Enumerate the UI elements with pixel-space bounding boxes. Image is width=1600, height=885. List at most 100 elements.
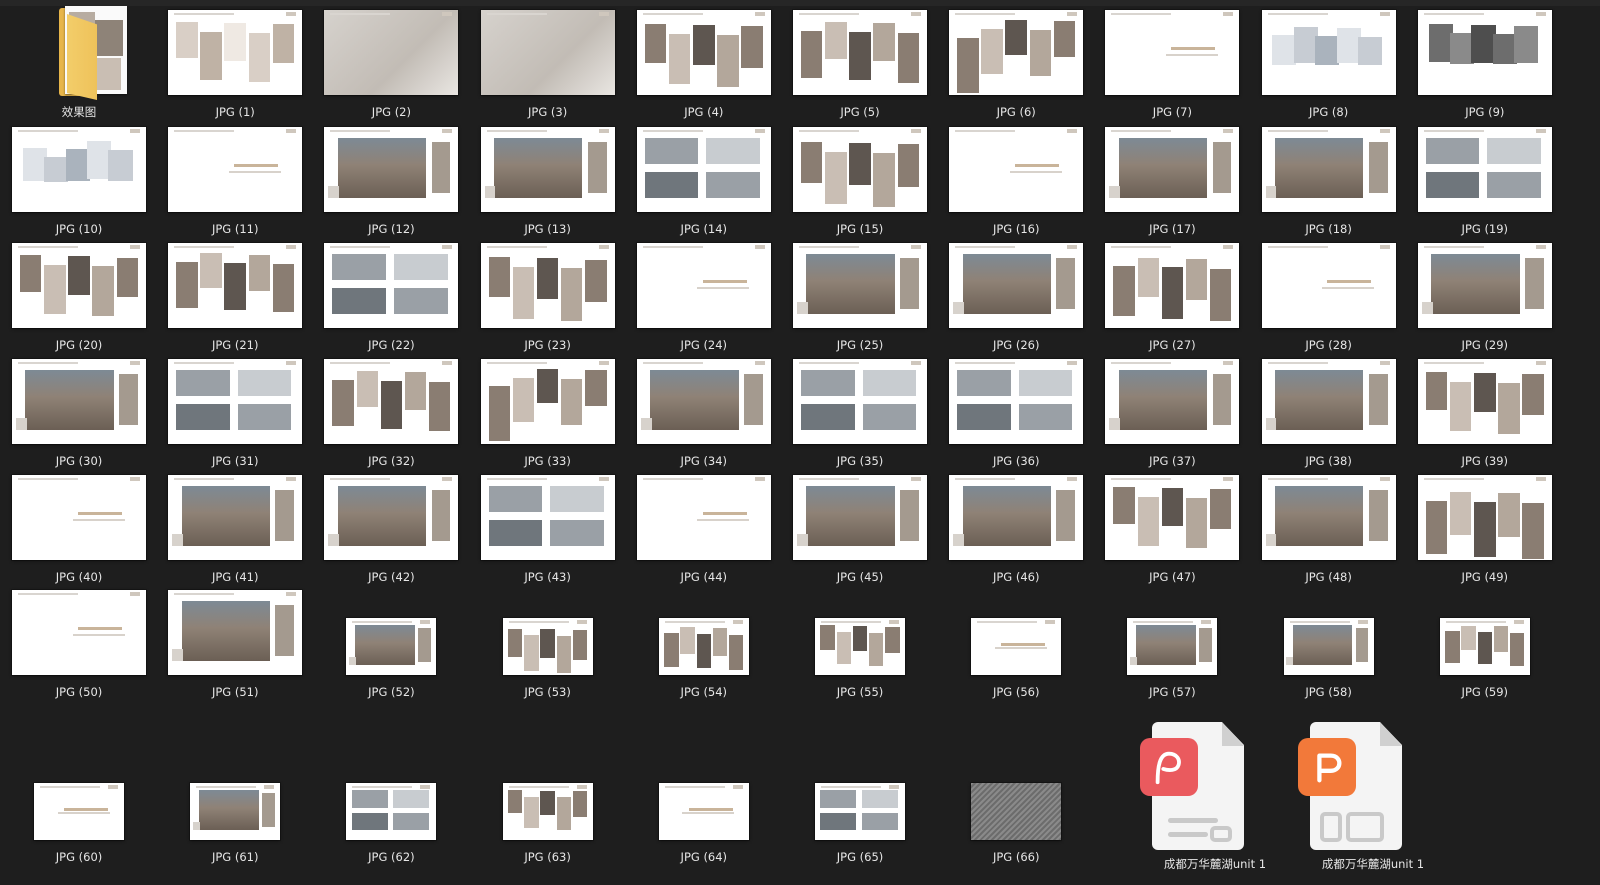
file-item-jpg-31[interactable]: JPG (31) <box>160 353 310 475</box>
thumbnail-wrap <box>473 584 623 680</box>
image-thumbnail <box>324 126 459 212</box>
file-item-jpg-30[interactable]: JPG (30) <box>4 353 154 475</box>
file-item-jpg-3[interactable]: JPG (3) <box>473 4 623 126</box>
file-item-jpg-66[interactable]: JPG (66) <box>941 749 1091 871</box>
file-item-jpg-33[interactable]: JPG (33) <box>473 353 623 475</box>
thumbnail-wrap <box>316 584 466 680</box>
file-item-jpg-55[interactable]: JPG (55) <box>785 584 935 706</box>
file-label: JPG (56) <box>992 685 1040 699</box>
file-item-jpg-58[interactable]: JPG (58) <box>1254 584 1404 706</box>
file-item-jpg-2[interactable]: JPG (2) <box>316 4 466 126</box>
file-item-jpg-35[interactable]: JPG (35) <box>785 353 935 475</box>
image-thumbnail <box>12 126 146 212</box>
file-item-jpg-18[interactable]: JPG (18) <box>1254 121 1404 243</box>
file-item-jpg-47[interactable]: JPG (47) <box>1097 469 1247 591</box>
file-item-jpg-64[interactable]: JPG (64) <box>629 749 779 871</box>
file-item-jpg-8[interactable]: JPG (8) <box>1254 4 1404 126</box>
file-item-jpg-44[interactable]: JPG (44) <box>629 469 779 591</box>
file-item-jpg-13[interactable]: JPG (13) <box>473 121 623 243</box>
file-item-jpg-6[interactable]: JPG (6) <box>941 4 1091 126</box>
file-item-jpg-28[interactable]: JPG (28) <box>1254 237 1404 359</box>
file-item-jpg-43[interactable]: JPG (43) <box>473 469 623 591</box>
file-item-jpg-37[interactable]: JPG (37) <box>1097 353 1247 475</box>
file-item-jpg-25[interactable]: JPG (25) <box>785 237 935 359</box>
image-thumbnail <box>190 782 281 840</box>
file-item-jpg-57[interactable]: JPG (57) <box>1097 584 1247 706</box>
file-item-jpg-22[interactable]: JPG (22) <box>316 237 466 359</box>
file-item-jpg-9[interactable]: JPG (9) <box>1410 4 1560 126</box>
file-item-jpg-23[interactable]: JPG (23) <box>473 237 623 359</box>
file-item-jpg-15[interactable]: JPG (15) <box>785 121 935 243</box>
file-item-jpg-39[interactable]: JPG (39) <box>1410 353 1560 475</box>
file-label: JPG (20) <box>55 338 103 352</box>
file-label: JPG (61) <box>211 850 259 864</box>
file-label: JPG (16) <box>992 222 1040 236</box>
image-thumbnail <box>34 782 124 840</box>
file-item-jpg-45[interactable]: JPG (45) <box>785 469 935 591</box>
file-item-jpg-19[interactable]: JPG (19) <box>1410 121 1560 243</box>
image-thumbnail <box>971 617 1062 675</box>
image-thumbnail <box>1439 617 1530 675</box>
file-item-jpg-12[interactable]: JPG (12) <box>316 121 466 243</box>
file-item-jpg-63[interactable]: JPG (63) <box>473 749 623 871</box>
file-item-jpg-52[interactable]: JPG (52) <box>316 584 466 706</box>
image-thumbnail <box>949 9 1084 95</box>
file-item-jpg-32[interactable]: JPG (32) <box>316 353 466 475</box>
file-item-jpg-49[interactable]: JPG (49) <box>1410 469 1560 591</box>
thumbnail-wrap <box>160 237 310 333</box>
image-thumbnail <box>793 242 927 328</box>
file-item-jpg-48[interactable]: JPG (48) <box>1254 469 1404 591</box>
file-label: JPG (54) <box>680 685 728 699</box>
file-item-jpg-56[interactable]: JPG (56) <box>941 584 1091 706</box>
file-item-jpg-14[interactable]: JPG (14) <box>629 121 779 243</box>
pdf-file-item[interactable]: 成都万华麓湖unit 1 <box>1140 722 1290 871</box>
thumbnail-wrap <box>629 237 779 333</box>
file-item-jpg-26[interactable]: JPG (26) <box>941 237 1091 359</box>
image-thumbnail <box>324 474 459 560</box>
file-item-jpg-60[interactable]: JPG (60) <box>4 749 154 871</box>
file-item-jpg-51[interactable]: JPG (51) <box>160 584 310 706</box>
image-thumbnail <box>1105 9 1240 95</box>
image-thumbnail <box>1417 126 1552 212</box>
file-item-jpg-16[interactable]: JPG (16) <box>941 121 1091 243</box>
file-item-jpg-41[interactable]: JPG (41) <box>160 469 310 591</box>
file-item-jpg-38[interactable]: JPG (38) <box>1254 353 1404 475</box>
file-item-jpg-21[interactable]: JPG (21) <box>160 237 310 359</box>
file-item-jpg-53[interactable]: JPG (53) <box>473 584 623 706</box>
file-item-jpg-54[interactable]: JPG (54) <box>629 584 779 706</box>
file-item-jpg-59[interactable]: JPG (59) <box>1410 584 1560 706</box>
image-thumbnail <box>636 242 771 328</box>
file-item-jpg-50[interactable]: JPG (50) <box>4 584 154 706</box>
thumbnail-wrap <box>1097 4 1247 100</box>
file-item-jpg-34[interactable]: JPG (34) <box>629 353 779 475</box>
image-thumbnail <box>1105 358 1240 444</box>
file-item-jpg-4[interactable]: JPG (4) <box>629 4 779 126</box>
thumbnail-wrap <box>1254 121 1404 217</box>
file-item-jpg-1[interactable]: JPG (1) <box>160 4 310 126</box>
file-label: JPG (51) <box>211 685 259 699</box>
file-item-jpg-7[interactable]: JPG (7) <box>1097 4 1247 126</box>
file-label: JPG (14) <box>680 222 728 236</box>
file-item-jpg-10[interactable]: JPG (10) <box>4 121 154 243</box>
file-item-jpg-65[interactable]: JPG (65) <box>785 749 935 871</box>
file-item-jpg-5[interactable]: JPG (5) <box>785 4 935 126</box>
file-item-jpg-62[interactable]: JPG (62) <box>316 749 466 871</box>
file-label: JPG (38) <box>1305 454 1352 468</box>
file-item-jpg-27[interactable]: JPG (27) <box>1097 237 1247 359</box>
folder-item-effect-images[interactable]: 效果图 <box>4 4 154 126</box>
image-thumbnail <box>1417 242 1552 328</box>
image-thumbnail <box>949 242 1084 328</box>
file-item-jpg-29[interactable]: JPG (29) <box>1410 237 1560 359</box>
thumbnail-wrap <box>629 469 779 565</box>
file-item-jpg-36[interactable]: JPG (36) <box>941 353 1091 475</box>
ppt-file-item[interactable]: 成都万华麓湖unit 1 <box>1298 722 1448 871</box>
file-item-jpg-42[interactable]: JPG (42) <box>316 469 466 591</box>
file-item-jpg-24[interactable]: JPG (24) <box>629 237 779 359</box>
file-item-jpg-17[interactable]: JPG (17) <box>1097 121 1247 243</box>
file-item-jpg-40[interactable]: JPG (40) <box>4 469 154 591</box>
file-item-jpg-11[interactable]: JPG (11) <box>160 121 310 243</box>
file-item-jpg-61[interactable]: JPG (61) <box>160 749 310 871</box>
file-item-jpg-20[interactable]: JPG (20) <box>4 237 154 359</box>
image-thumbnail <box>1261 474 1396 560</box>
file-item-jpg-46[interactable]: JPG (46) <box>941 469 1091 591</box>
